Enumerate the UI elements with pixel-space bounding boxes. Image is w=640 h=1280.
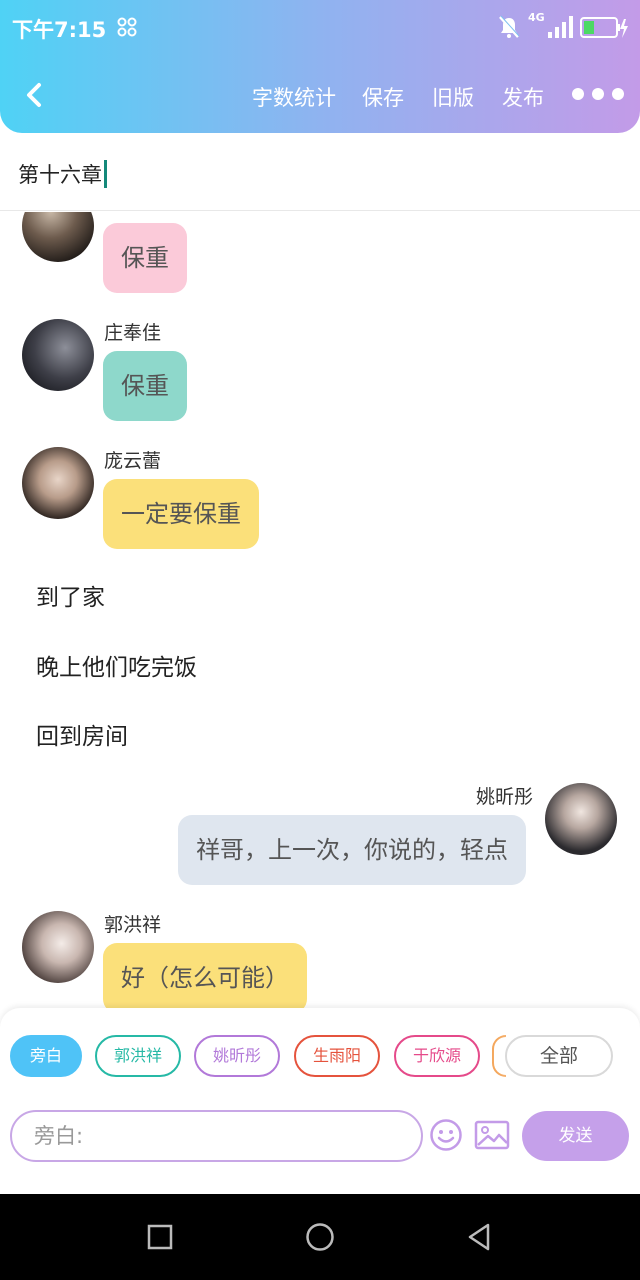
publish-button[interactable]: 发布 [502, 82, 544, 112]
image-button[interactable] [474, 1120, 510, 1150]
save-button[interactable]: 保存 [362, 82, 404, 112]
sender-name: 郭洪祥 [104, 914, 162, 936]
message-bubble[interactable]: 祥哥，上一次，你说的，轻点 [178, 815, 526, 885]
recent-apps-button[interactable] [147, 1224, 173, 1250]
chapter-title[interactable]: 第十六章 [18, 159, 107, 189]
message-input[interactable]: 旁白: [10, 1110, 423, 1162]
sender-name: 姚昕彤 [476, 786, 534, 808]
avatar[interactable] [545, 783, 617, 855]
avatar[interactable] [22, 319, 94, 391]
message-bubble[interactable]: 一定要保重 [103, 479, 259, 549]
emoji-icon [430, 1119, 462, 1151]
narration-text[interactable]: 晚上他们吃完饭 [36, 648, 197, 682]
send-button[interactable]: 发送 [522, 1111, 629, 1161]
input-panel: 旁白 郭洪祥 姚昕彤 生雨阳 于欣源 全部 旁白: 发送 [0, 1008, 640, 1194]
back-button[interactable] [18, 78, 52, 112]
system-nav-bar [0, 1194, 640, 1280]
narration-text[interactable]: 回到房间 [36, 717, 128, 751]
scan-icon [116, 16, 138, 42]
home-button[interactable] [305, 1222, 335, 1252]
word-count-button[interactable]: 字数统计 [252, 82, 336, 112]
role-chip[interactable]: 生雨阳 [294, 1035, 380, 1077]
avatar[interactable] [22, 911, 94, 983]
old-version-button[interactable]: 旧版 [432, 82, 474, 112]
role-chip-narrator[interactable]: 旁白 [10, 1035, 82, 1077]
narration-text[interactable]: 到了家 [36, 578, 105, 612]
back-nav-button[interactable] [466, 1222, 492, 1252]
chapter-title-text: 第十六章 [18, 163, 102, 187]
image-icon [474, 1120, 510, 1150]
sender-name: 庄奉佳 [104, 322, 162, 344]
message-bubble[interactable]: 好（怎么可能） [103, 943, 307, 1008]
back-icon [27, 83, 41, 107]
more-button[interactable] [570, 88, 628, 104]
status-time: 下午7:15 [12, 18, 107, 42]
role-chip-partial[interactable] [492, 1035, 506, 1077]
message-bubble[interactable]: 保重 [103, 351, 187, 421]
battery-charging-icon [580, 16, 630, 44]
emoji-button[interactable] [429, 1118, 463, 1152]
mute-bell-icon [496, 14, 522, 44]
status-bar: 下午7:15 4G [0, 0, 640, 56]
chapter-title-row[interactable]: 第十六章 [0, 133, 640, 211]
back-triangle-icon [468, 1223, 490, 1251]
home-icon [306, 1223, 334, 1251]
role-chip[interactable]: 姚昕彤 [194, 1035, 280, 1077]
text-cursor [104, 160, 107, 188]
network-label: 4G [528, 11, 545, 24]
more-icon [572, 88, 584, 100]
app-header: 下午7:15 4G 字数统计 保存 旧版 发布 [0, 0, 640, 133]
avatar[interactable] [22, 212, 94, 262]
message-bubble[interactable]: 保重 [103, 223, 187, 293]
role-chip[interactable]: 郭洪祥 [95, 1035, 181, 1077]
signal-icon [546, 14, 574, 44]
avatar[interactable] [22, 447, 94, 519]
toolbar: 字数统计 保存 旧版 发布 [0, 66, 640, 126]
chat-area[interactable]: 保重 庄奉佳 保重 庞云蕾 一定要保重 到了家 晚上他们吃完饭 回到房间 姚昕彤… [0, 212, 640, 1008]
sender-name: 庞云蕾 [104, 450, 162, 472]
recent-apps-icon [147, 1224, 173, 1250]
role-chip[interactable]: 于欣源 [394, 1035, 480, 1077]
all-roles-button[interactable]: 全部 [505, 1035, 613, 1077]
